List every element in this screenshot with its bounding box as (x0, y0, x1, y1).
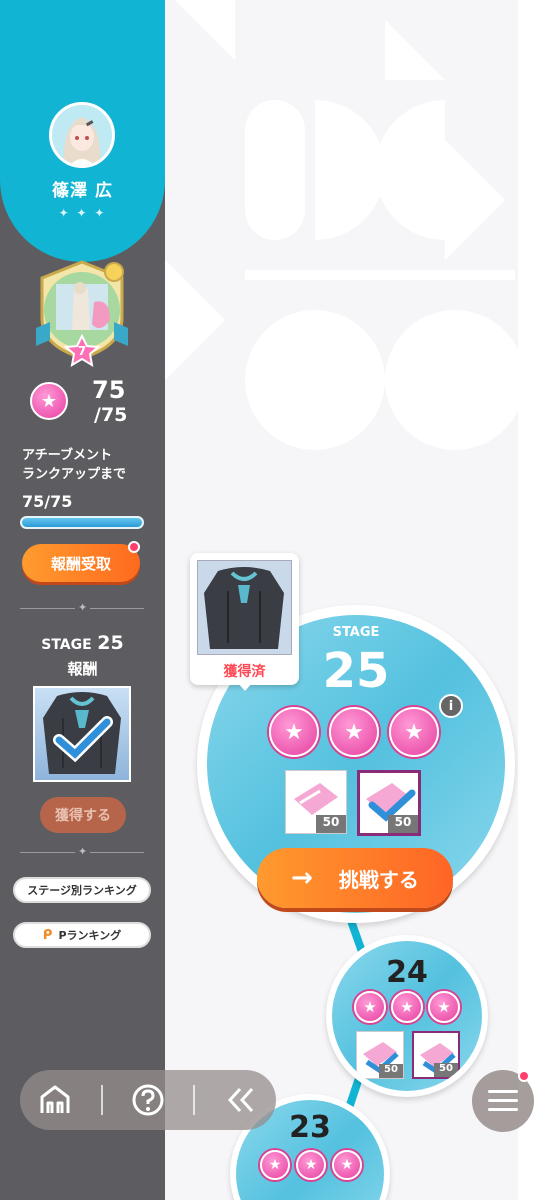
item-quantity: 50 (388, 815, 418, 833)
star-gem-icon: ★ (296, 1150, 326, 1180)
stage-ranking-button[interactable]: ステージ別ランキング (13, 877, 151, 903)
achievement-label-line2: ランクアップまで (22, 467, 127, 482)
tooltip-pointer (236, 681, 254, 691)
challenge-button[interactable]: → 挑戦する (257, 848, 453, 908)
reward-item-card[interactable]: 50 (356, 1031, 404, 1079)
menu-notification-dot (518, 1070, 530, 1082)
sidebar-reward-label: 報酬 (67, 660, 98, 678)
p-ranking-label: Pランキング (58, 929, 122, 942)
divider-star-icon: ✦ (75, 601, 91, 614)
obtain-button[interactable]: 獲得する (40, 797, 126, 833)
help-icon[interactable] (123, 1075, 173, 1125)
sparkle-decoration: ✦ ✦ ✦ (58, 206, 107, 220)
menu-icon (488, 1090, 518, 1111)
star-gem-icon: ★ (354, 991, 386, 1023)
reward-item-card[interactable]: 50 (357, 770, 421, 836)
star-gem-icon: ★ (389, 707, 439, 757)
stage-node-24[interactable]: 24 ★ ★ ★ 50 50 (326, 935, 488, 1097)
achievement-badge[interactable]: 7 (30, 258, 134, 368)
achievement-progress-fill (22, 518, 142, 527)
star-gem-icon: ★ (260, 1150, 290, 1180)
stage-number: 24 (386, 955, 428, 990)
arrow-right-icon: → (291, 863, 313, 893)
star-gem-icon: ★ (332, 1150, 362, 1180)
info-icon[interactable]: i (439, 694, 463, 718)
avatar[interactable] (49, 102, 115, 168)
item-quantity: 50 (316, 815, 346, 833)
obtained-status: 獲得済 (223, 664, 266, 680)
sidebar: 篠澤 広 ✦ ✦ ✦ 7 ★ 75 /75 アチーブメント ランクアップまで 7… (0, 0, 165, 1200)
p-ranking-icon: ᑭ (42, 927, 53, 943)
nav-separator (193, 1085, 196, 1115)
reward-claim-button[interactable]: 報酬受取 (22, 544, 140, 582)
divider-star-icon: ✦ (75, 845, 91, 858)
gem-count: 75 (92, 376, 126, 404)
sidebar-stage-prefix: STAGE (41, 637, 92, 653)
gem-total: /75 (94, 404, 128, 426)
item-quantity: 50 (379, 1064, 403, 1078)
badge-level: 7 (77, 344, 87, 358)
achievement-progress-text: 75/75 (22, 492, 73, 511)
reward-notification-dot (128, 541, 140, 553)
player-name: 篠澤 広 (52, 181, 113, 201)
p-ranking-button[interactable]: ᑭ Pランキング (13, 922, 151, 948)
nav-separator (100, 1085, 103, 1115)
reward-item-card[interactable]: 50 (285, 770, 347, 834)
achievement-label: アチーブメント ランクアップまで (22, 446, 162, 484)
item-quantity: 50 (434, 1063, 458, 1077)
reward-thumbnail[interactable] (33, 686, 131, 782)
sidebar-stage-label: STAGE 25 (0, 632, 165, 654)
challenge-label: 挑戦する (338, 867, 419, 892)
sidebar-stage-number: 25 (97, 632, 124, 654)
star-gem-icon: ★ (329, 707, 379, 757)
stage-node-inner: 24 ★ ★ ★ 50 50 (332, 941, 482, 1091)
star-gem-icon: ★ (30, 382, 68, 420)
back-icon[interactable] (216, 1075, 266, 1125)
star-gem-icon: ★ (269, 707, 319, 757)
bottom-nav (20, 1070, 276, 1130)
achievement-label-line1: アチーブメント (22, 448, 112, 463)
obtained-reward-tooltip: 獲得済 (190, 553, 299, 691)
star-gem-icon: ★ (391, 991, 423, 1023)
reward-item-card[interactable]: 50 (412, 1031, 460, 1079)
home-icon[interactable] (30, 1075, 80, 1125)
costume-image (197, 560, 292, 655)
star-gem-icon: ★ (428, 991, 460, 1023)
achievement-progress-bar (20, 516, 144, 529)
